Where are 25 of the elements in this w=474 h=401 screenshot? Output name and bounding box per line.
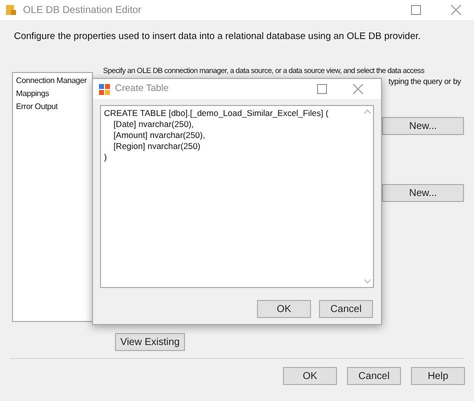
cancel-button[interactable]: Cancel: [319, 300, 373, 318]
new-button[interactable]: New...: [382, 184, 464, 202]
maximize-icon[interactable]: [411, 5, 421, 15]
sidebar-item[interactable]: Connection Manager: [16, 75, 89, 88]
maximize-icon[interactable]: [317, 84, 327, 94]
app-icon: [5, 4, 17, 16]
help-button[interactable]: Help: [411, 367, 465, 386]
ok-button[interactable]: OK: [283, 367, 337, 386]
sql-text-area[interactable]: CREATE TABLE [dbo].[_demo_Load_Similar_Excel_Files] ( [Date] nvarchar(250), [Amount] nvarchar(250), [Region] nvarchar(250) ): [100, 105, 374, 288]
close-icon[interactable]: [353, 84, 363, 94]
scroll-up-icon[interactable]: [364, 109, 370, 114]
close-icon[interactable]: [451, 5, 461, 15]
sql-text: CREATE TABLE [dbo].[_demo_Load_Similar_Excel_Files] ( [Date] nvarchar(250), [Amount] nvarchar(250), [Region] nvarchar(250) ): [103, 107, 330, 164]
ok-button[interactable]: OK: [257, 300, 311, 318]
new-button[interactable]: New...: [382, 117, 464, 136]
cancel-button[interactable]: Cancel: [347, 367, 401, 386]
sidebar-item[interactable]: Error Output: [16, 101, 89, 114]
intro-text: typing the query or by: [388, 77, 461, 88]
window-title: OLE DB Destination Editor: [23, 4, 142, 18]
view-existing-button[interactable]: View Existing: [115, 333, 185, 352]
dialog-title: Create Table: [115, 82, 170, 96]
description-text: Configure the properties used to insert data into a relational database using an OLE DB provider.: [14, 30, 422, 44]
sidebar-item[interactable]: Mappings: [16, 88, 89, 100]
scroll-down-icon[interactable]: [364, 279, 370, 284]
app-icon: [99, 84, 110, 94]
